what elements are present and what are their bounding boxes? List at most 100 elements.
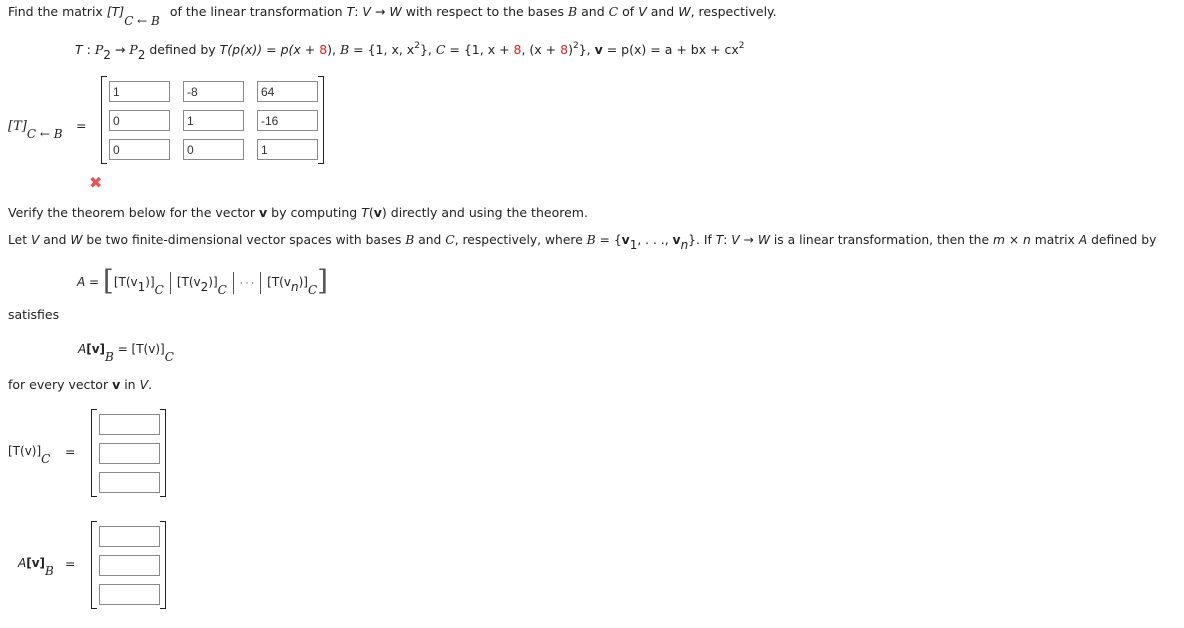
- formula-text: C: [307, 283, 318, 297]
- prompt-text: W: [389, 4, 402, 19]
- def-text: C: [435, 42, 446, 57]
- formula-text: )]: [298, 275, 308, 289]
- matrix-symbol: [T]: [106, 4, 125, 19]
- for-every-text: for every vector v in V.: [8, 377, 152, 392]
- prompt-text: C: [608, 4, 619, 19]
- prompt-text: of: [618, 4, 639, 19]
- formula-text: [T(v: [113, 275, 138, 289]
- formula-text: [v]: [86, 342, 106, 356]
- theorem-text: v: [621, 233, 630, 247]
- prompt-text: of the linear transformation: [169, 4, 347, 19]
- def-text: 2: [738, 41, 745, 51]
- formula-text: )]: [145, 275, 155, 289]
- matrix-cell-r2c1[interactable]: [109, 110, 170, 131]
- Tv-label-text: [T(v)]: [8, 444, 42, 458]
- equals-sign: =: [76, 118, 87, 133]
- theorem-text: be two finite-dimensional vector spaces …: [82, 233, 406, 247]
- matrix-cell-r3c3[interactable]: [257, 139, 318, 160]
- formula-divider: [260, 271, 262, 294]
- formula-text: [T(v)]: [131, 342, 165, 356]
- def-text: 2: [103, 48, 111, 62]
- Av-label: A[v]B: [18, 556, 54, 578]
- theorem-text: W: [70, 233, 83, 247]
- theorem-text: B: [586, 233, 596, 247]
- incorrect-icon: ✖: [89, 173, 103, 192]
- Av-input-3[interactable]: [99, 584, 160, 605]
- formula-text: =: [113, 342, 132, 356]
- Tv-right-bracket: [160, 409, 166, 497]
- text: V: [139, 377, 149, 392]
- Tv-left-bracket: [91, 409, 97, 497]
- def-text: ),: [327, 42, 340, 57]
- formula-divider: [169, 271, 171, 294]
- def-text: = {1, x +: [445, 42, 514, 57]
- prompt-text: W: [678, 4, 691, 19]
- matrix-right-bracket: [318, 76, 324, 164]
- theorem-text: , . . .,: [637, 233, 673, 247]
- text: v: [112, 377, 121, 392]
- formula-text: n: [290, 280, 299, 294]
- matrix-label: [T]C ← B: [8, 118, 63, 141]
- matrix-cell-r1c1[interactable]: [109, 81, 170, 102]
- Tv-label-subscript: C: [41, 452, 51, 466]
- verify-text: ) directly and using the theorem.: [381, 205, 588, 220]
- Av-input-2[interactable]: [99, 555, 160, 576]
- theorem-text: 1: [629, 238, 638, 252]
- Av-right-bracket: [160, 521, 166, 609]
- formula-A-definition: A = [[T(v1)]C[T(v2)]C · · · [T(vn)]C]: [77, 260, 329, 297]
- def-text: :: [82, 42, 95, 57]
- verify-text: v: [259, 205, 268, 220]
- formula-text: · · ·: [239, 279, 255, 289]
- prompt-text: with respect to the bases: [401, 4, 568, 19]
- def-text: T: [75, 42, 83, 57]
- matrix-cell-r1c3[interactable]: [257, 81, 318, 102]
- theorem-text: W: [757, 233, 770, 247]
- verify-text: v: [373, 205, 382, 220]
- matrix-cell-r2c2[interactable]: [183, 110, 244, 131]
- prompt-text: V: [638, 4, 647, 19]
- theorem-text: = {: [595, 233, 622, 247]
- prompt-text: B: [567, 4, 578, 19]
- formula-text: 2: [200, 280, 209, 294]
- Av-left-bracket: [91, 521, 97, 609]
- formula-text: C: [154, 283, 164, 297]
- theorem-text: is a linear transformation, then the: [769, 233, 993, 247]
- def-text: },: [578, 42, 595, 57]
- Tv-input-2[interactable]: [99, 443, 160, 464]
- text: .: [148, 377, 153, 392]
- formula-text: 1: [137, 280, 146, 294]
- matrix-cell-r1c2[interactable]: [183, 81, 244, 102]
- Av-label-text: A: [18, 556, 27, 570]
- verify-text: Verify the theorem below for the vector: [8, 205, 260, 220]
- matrix-cell-r3c1[interactable]: [109, 139, 170, 160]
- prompt-text: , respectively.: [690, 4, 777, 19]
- def-text: P: [94, 42, 104, 57]
- theorem-text: matrix: [1030, 233, 1079, 247]
- formula-text: A: [77, 275, 86, 289]
- matrix-cell-r2c3[interactable]: [257, 110, 318, 131]
- formula-text: [T(v: [176, 275, 201, 289]
- theorem-text: ×: [1004, 233, 1024, 247]
- matrix-cell-r3c2[interactable]: [183, 139, 244, 160]
- theorem-text: and: [414, 233, 446, 247]
- formula-bracket: [: [102, 264, 114, 297]
- theorem-text: B: [405, 233, 415, 247]
- def-text: B: [340, 42, 350, 57]
- verify-text: by computing: [267, 205, 362, 220]
- matrix-label-subscript: C ← B: [26, 127, 63, 141]
- formula-bracket: ]: [317, 264, 329, 297]
- formula-text: )]: [208, 275, 218, 289]
- Tv-input-3[interactable]: [99, 472, 160, 493]
- def-text: defined by: [145, 42, 220, 57]
- formula-text: [T(v: [267, 275, 291, 289]
- def-text: →: [110, 42, 130, 57]
- Av-input-1[interactable]: [99, 526, 160, 547]
- theorem-text: A: [1078, 233, 1088, 247]
- verify-instruction: Verify the theorem below for the vector …: [8, 205, 588, 220]
- transformation-definition: T : P2 → P2 defined by T(p(x)) = p(x + 8…: [75, 41, 745, 62]
- def-text: 2: [414, 41, 420, 51]
- theorem-text: C: [445, 233, 455, 247]
- Tv-input-1[interactable]: [99, 414, 160, 435]
- def-text: , (x +: [521, 42, 561, 57]
- prompt-text: →: [370, 4, 390, 19]
